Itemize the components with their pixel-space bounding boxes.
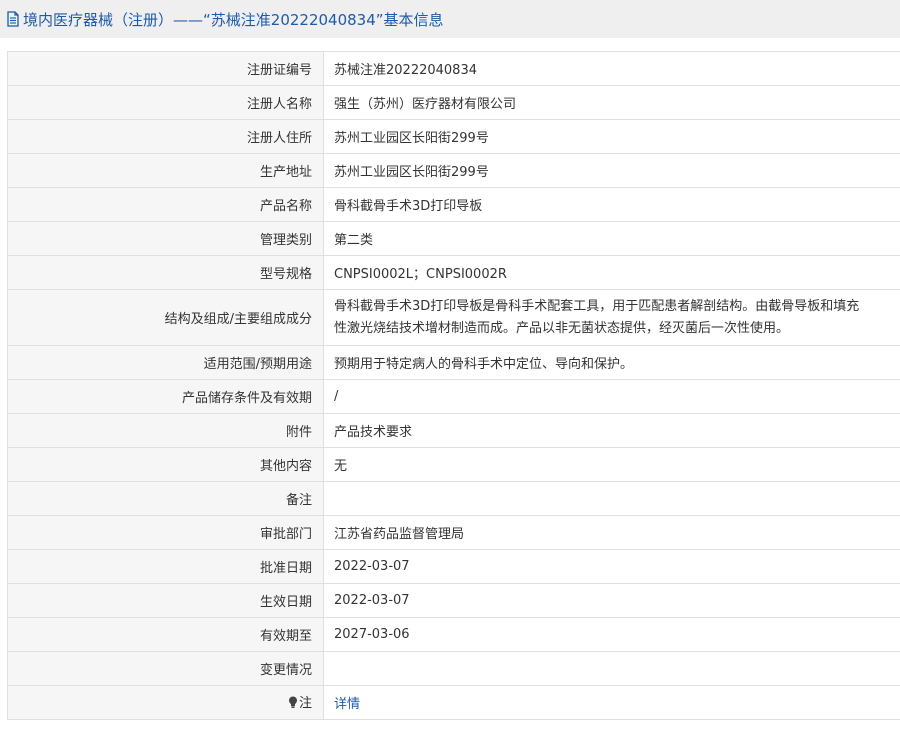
table-row: 结构及组成/主要组成成分 骨科截骨手术3D打印导板是骨科手术配套工具，用于匹配患… xyxy=(7,289,900,346)
table-row: 产品名称 骨科截骨手术3D打印导板 xyxy=(7,187,900,222)
field-label: 注 xyxy=(298,696,312,711)
field-value: 苏州工业园区长阳街299号 xyxy=(323,153,900,188)
page-header: 境内医疗器械（注册）——“苏械注准20222040834”基本信息 xyxy=(0,0,900,38)
field-value-line: 骨科截骨手术3D打印导板是骨科手术配套工具，用于匹配患者解剖结构。由截骨导板和填… xyxy=(334,298,860,314)
table-row: 注 详情 xyxy=(7,685,900,720)
field-value: 第二类 xyxy=(323,221,900,256)
field-label: 型号规格 xyxy=(7,255,324,290)
field-value: 无 xyxy=(323,447,900,482)
field-label: 有效期至 xyxy=(7,617,324,652)
field-label: 管理类别 xyxy=(7,221,324,256)
field-label: 批准日期 xyxy=(7,549,324,584)
field-label: 附件 xyxy=(7,413,324,448)
field-label: 注册人住所 xyxy=(7,119,324,154)
table-row: 备注 xyxy=(7,481,900,516)
field-value: 江苏省药品监督管理局 xyxy=(323,515,900,550)
field-value: 2022-03-07 xyxy=(323,583,900,618)
field-label: 注册证编号 xyxy=(7,51,324,86)
table-row: 批准日期 2022-03-07 xyxy=(7,549,900,584)
info-table: 注册证编号 苏械注准20222040834 注册人名称 强生（苏州）医疗器材有限… xyxy=(7,51,900,720)
field-value xyxy=(323,651,900,686)
field-label: 适用范围/预期用途 xyxy=(7,345,324,380)
field-label: 其他内容 xyxy=(7,447,324,482)
field-value: 苏州工业园区长阳街299号 xyxy=(323,119,900,154)
field-label: 生产地址 xyxy=(7,153,324,188)
table-row: 注册证编号 苏械注准20222040834 xyxy=(7,51,900,86)
table-row: 型号规格 CNPSI0002L；CNPSI0002R xyxy=(7,255,900,290)
field-label: 注册人名称 xyxy=(7,85,324,120)
info-table-wrapper: 注册证编号 苏械注准20222040834 注册人名称 强生（苏州）医疗器材有限… xyxy=(7,51,900,720)
table-row: 注册人住所 苏州工业园区长阳街299号 xyxy=(7,119,900,154)
table-row: 附件 产品技术要求 xyxy=(7,413,900,448)
table-row: 管理类别 第二类 xyxy=(7,221,900,256)
field-value: 骨科截骨手术3D打印导板 xyxy=(323,187,900,222)
field-value: 2027-03-06 xyxy=(323,617,900,652)
details-link[interactable]: 详情 xyxy=(334,697,360,712)
table-row: 审批部门 江苏省药品监督管理局 xyxy=(7,515,900,550)
field-label: 审批部门 xyxy=(7,515,324,550)
table-row: 适用范围/预期用途 预期用于特定病人的骨科手术中定位、导向和保护。 xyxy=(7,345,900,380)
field-value: 骨科截骨手术3D打印导板是骨科手术配套工具，用于匹配患者解剖结构。由截骨导板和填… xyxy=(323,289,900,346)
lightbulb-icon xyxy=(288,696,298,713)
field-value: CNPSI0002L；CNPSI0002R xyxy=(323,255,900,290)
field-label: 生效日期 xyxy=(7,583,324,618)
field-label: 变更情况 xyxy=(7,651,324,686)
table-row: 注册人名称 强生（苏州）医疗器材有限公司 xyxy=(7,85,900,120)
field-value xyxy=(323,481,900,516)
field-value: 产品技术要求 xyxy=(323,413,900,448)
table-row: 生效日期 2022-03-07 xyxy=(7,583,900,618)
field-value: / xyxy=(323,379,900,414)
field-value: 苏械注准20222040834 xyxy=(323,51,900,86)
table-row: 其他内容 无 xyxy=(7,447,900,482)
field-value: 强生（苏州）医疗器材有限公司 xyxy=(323,85,900,120)
field-value: 预期用于特定病人的骨科手术中定位、导向和保护。 xyxy=(323,345,900,380)
field-label: 产品储存条件及有效期 xyxy=(7,379,324,414)
field-label: 产品名称 xyxy=(7,187,324,222)
page-title: 境内医疗器械（注册）——“苏械注准20222040834”基本信息 xyxy=(23,10,444,29)
table-row: 生产地址 苏州工业园区长阳街299号 xyxy=(7,153,900,188)
field-value-line: 性激光烧结技术增材制造而成。产品以非无菌状态提供，经灭菌后一次性使用。 xyxy=(334,320,790,336)
table-row: 产品储存条件及有效期 / xyxy=(7,379,900,414)
note-label: 注 xyxy=(7,685,324,720)
table-row: 变更情况 xyxy=(7,651,900,686)
field-value: 详情 xyxy=(323,685,900,720)
field-value: 2022-03-07 xyxy=(323,549,900,584)
field-label: 结构及组成/主要组成成分 xyxy=(7,289,324,346)
document-icon xyxy=(6,11,20,27)
table-row: 有效期至 2027-03-06 xyxy=(7,617,900,652)
field-label: 备注 xyxy=(7,481,324,516)
